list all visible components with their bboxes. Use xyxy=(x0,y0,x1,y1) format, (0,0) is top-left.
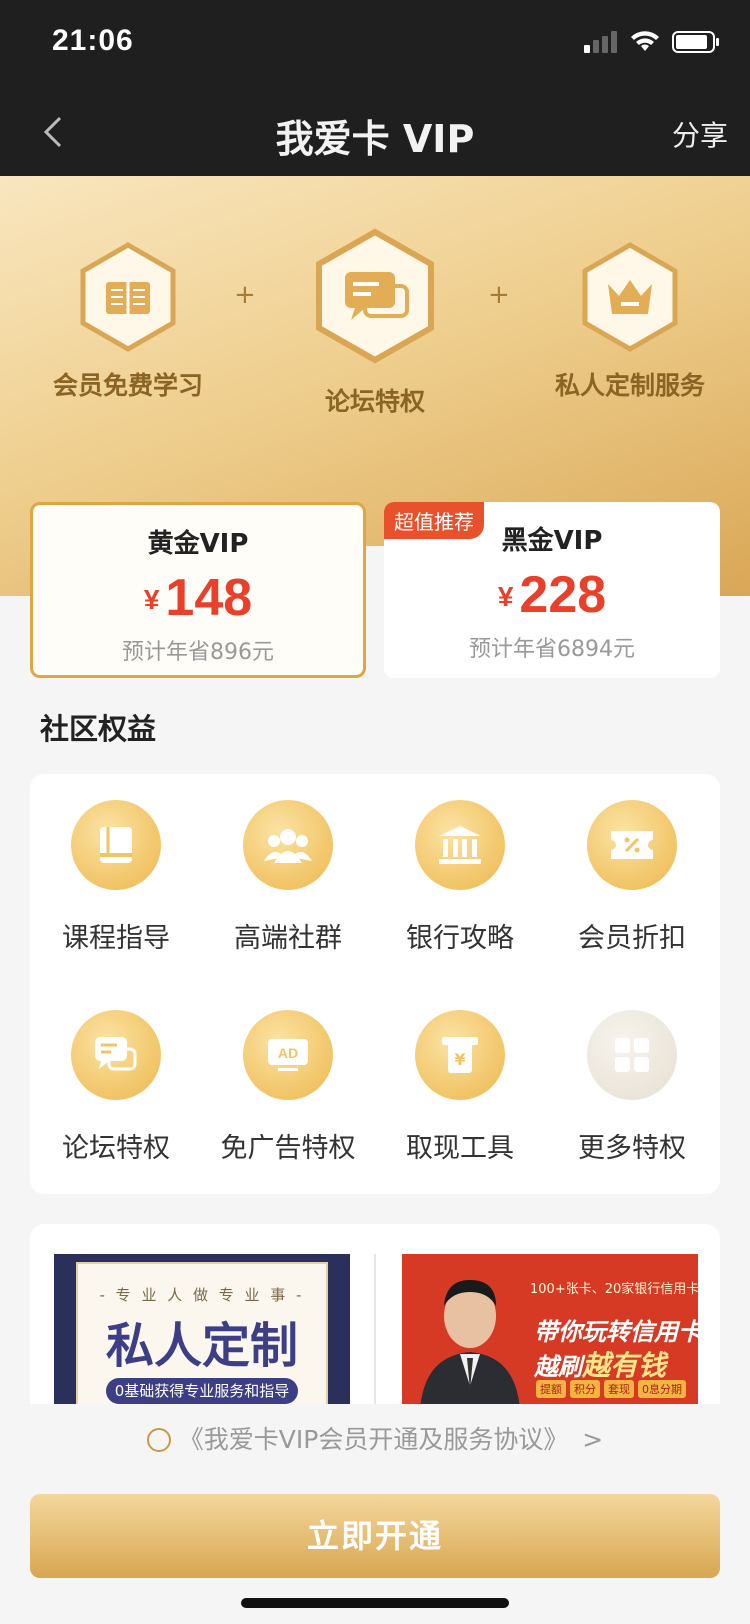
perk-label: 论坛特权 xyxy=(62,1133,170,1164)
banner-headline: 带你玩转信用卡 xyxy=(534,1318,698,1346)
chat-icon xyxy=(307,228,443,364)
benefit-private-service: 私人定制服务 xyxy=(540,242,720,402)
status-icons xyxy=(584,30,720,54)
chat-icon xyxy=(71,1010,161,1100)
section-title: 社区权益 xyxy=(40,712,157,746)
plan-saving: 预计年省896元 xyxy=(122,640,274,665)
banner-card: - 专 业 人 做 专 业 事 - 私人定制 0基础获得专业服务和指导 xyxy=(76,1262,328,1404)
benefit-free-study: 会员免费学习 xyxy=(48,242,208,402)
plan-price: ¥228 xyxy=(384,565,720,625)
plan-card-gold[interactable]: 黄金VIP ¥148 预计年省896元 xyxy=(30,502,366,678)
cash-icon: ¥ xyxy=(415,1010,505,1100)
agreement-link[interactable]: 《我爱卡VIP会员开通及服务协议》 xyxy=(179,1425,569,1454)
perk-label: 免广告特权 xyxy=(220,1133,356,1164)
banner-tagline: 100+张卡、20家银行信用卡专家 xyxy=(530,1282,698,1297)
banner-tag: 积分 xyxy=(570,1380,600,1398)
banner-tag: 套现 xyxy=(604,1380,634,1398)
benefit-forum: 论坛特权 xyxy=(302,228,448,418)
svg-text:¥: ¥ xyxy=(454,1050,465,1069)
banner-title: 私人定制 xyxy=(105,1318,298,1374)
perk-member-discount[interactable]: 会员折扣 xyxy=(546,800,718,955)
svg-text:AD: AD xyxy=(278,1045,298,1061)
agreement-row[interactable]: 《我爱卡VIP会员开通及服务协议》 > xyxy=(0,1420,750,1456)
home-indicator xyxy=(241,1598,509,1608)
perk-no-ads[interactable]: AD 免广告特权 xyxy=(202,1010,374,1165)
banner-headline-2: 越刷越有钱 xyxy=(534,1344,666,1384)
price-value: 148 xyxy=(165,569,253,627)
share-button[interactable]: 分享 xyxy=(672,114,728,154)
plan-saving: 预计年省6894元 xyxy=(469,637,635,662)
wifi-icon xyxy=(631,31,659,51)
signal-icon xyxy=(584,31,617,53)
banner-text-highlight: 越有钱 xyxy=(582,1349,667,1382)
book-icon xyxy=(73,242,183,352)
price-value: 228 xyxy=(519,566,607,624)
plus-sign: + xyxy=(488,280,510,310)
banner-slogan: - 专 业 人 做 专 业 事 - xyxy=(99,1286,305,1304)
status-bar: 21:06 xyxy=(0,0,750,88)
nav-bar: 我爱卡 VIP 分享 xyxy=(0,88,750,176)
promo-banners: - 专 业 人 做 专 业 事 - 私人定制 0基础获得专业服务和指导 100+… xyxy=(30,1224,720,1404)
divider xyxy=(374,1254,376,1404)
banner-credit-card-expert[interactable]: 100+张卡、20家银行信用卡专家 带你玩转信用卡 越刷越有钱 提额 积分 套现… xyxy=(402,1254,698,1404)
perk-forum[interactable]: 论坛特权 xyxy=(30,1010,202,1165)
grid-icon xyxy=(587,1010,677,1100)
chevron-right-icon: > xyxy=(582,1425,604,1454)
bank-icon xyxy=(415,800,505,890)
recommend-badge: 超值推荐 xyxy=(384,502,484,539)
ad-icon: AD xyxy=(243,1010,333,1100)
perk-label: 课程指导 xyxy=(62,923,170,954)
currency-symbol: ¥ xyxy=(497,581,514,612)
benefit-label: 论坛特权 xyxy=(324,387,425,416)
benefit-label: 会员免费学习 xyxy=(52,371,203,400)
ticket-icon xyxy=(587,800,677,890)
crown-icon xyxy=(575,242,685,352)
page-title: 我爱卡 VIP xyxy=(275,117,475,161)
banner-tags: 提额 积分 套现 0息分期 xyxy=(536,1380,686,1398)
currency-symbol: ¥ xyxy=(143,584,160,615)
banner-text: 越刷 xyxy=(534,1353,582,1381)
banner-tag: 0息分期 xyxy=(638,1380,686,1398)
open-now-button[interactable]: 立即开通 xyxy=(30,1494,720,1578)
perk-label: 银行攻略 xyxy=(406,923,514,954)
battery-icon xyxy=(672,31,719,53)
perk-bank-guide[interactable]: 银行攻略 xyxy=(374,800,546,955)
perk-label: 会员折扣 xyxy=(578,923,686,954)
status-time: 21:06 xyxy=(52,24,134,57)
perk-cash-tool[interactable]: ¥ 取现工具 xyxy=(374,1010,546,1165)
banner-private-custom[interactable]: - 专 业 人 做 专 业 事 - 私人定制 0基础获得专业服务和指导 xyxy=(54,1254,350,1404)
plan-price: ¥148 xyxy=(33,568,363,628)
benefit-label: 私人定制服务 xyxy=(554,371,705,400)
perk-course-guide[interactable]: 课程指导 xyxy=(30,800,202,955)
perks-grid: 课程指导 高端社群 银行攻略 会员折扣 论坛特权 AD 免广告特权 ¥ 取现工具… xyxy=(30,774,720,1194)
banner-tag: 提额 xyxy=(536,1380,566,1398)
perk-label: 取现工具 xyxy=(406,1133,514,1164)
agreement-checkbox[interactable] xyxy=(146,1428,171,1452)
banner-subtitle: 0基础获得专业服务和指导 xyxy=(106,1378,298,1404)
plus-sign: + xyxy=(234,280,256,310)
perk-label: 高端社群 xyxy=(234,923,342,954)
expert-photo xyxy=(410,1260,530,1404)
perk-community[interactable]: 高端社群 xyxy=(202,800,374,955)
perk-label: 更多特权 xyxy=(578,1133,686,1164)
perk-more[interactable]: 更多特权 xyxy=(546,1010,718,1165)
plan-card-black[interactable]: 超值推荐 黑金VIP ¥228 预计年省6894元 xyxy=(384,502,720,678)
book-icon xyxy=(71,800,161,890)
group-icon xyxy=(243,800,333,890)
plan-name: 黄金VIP xyxy=(147,529,249,559)
